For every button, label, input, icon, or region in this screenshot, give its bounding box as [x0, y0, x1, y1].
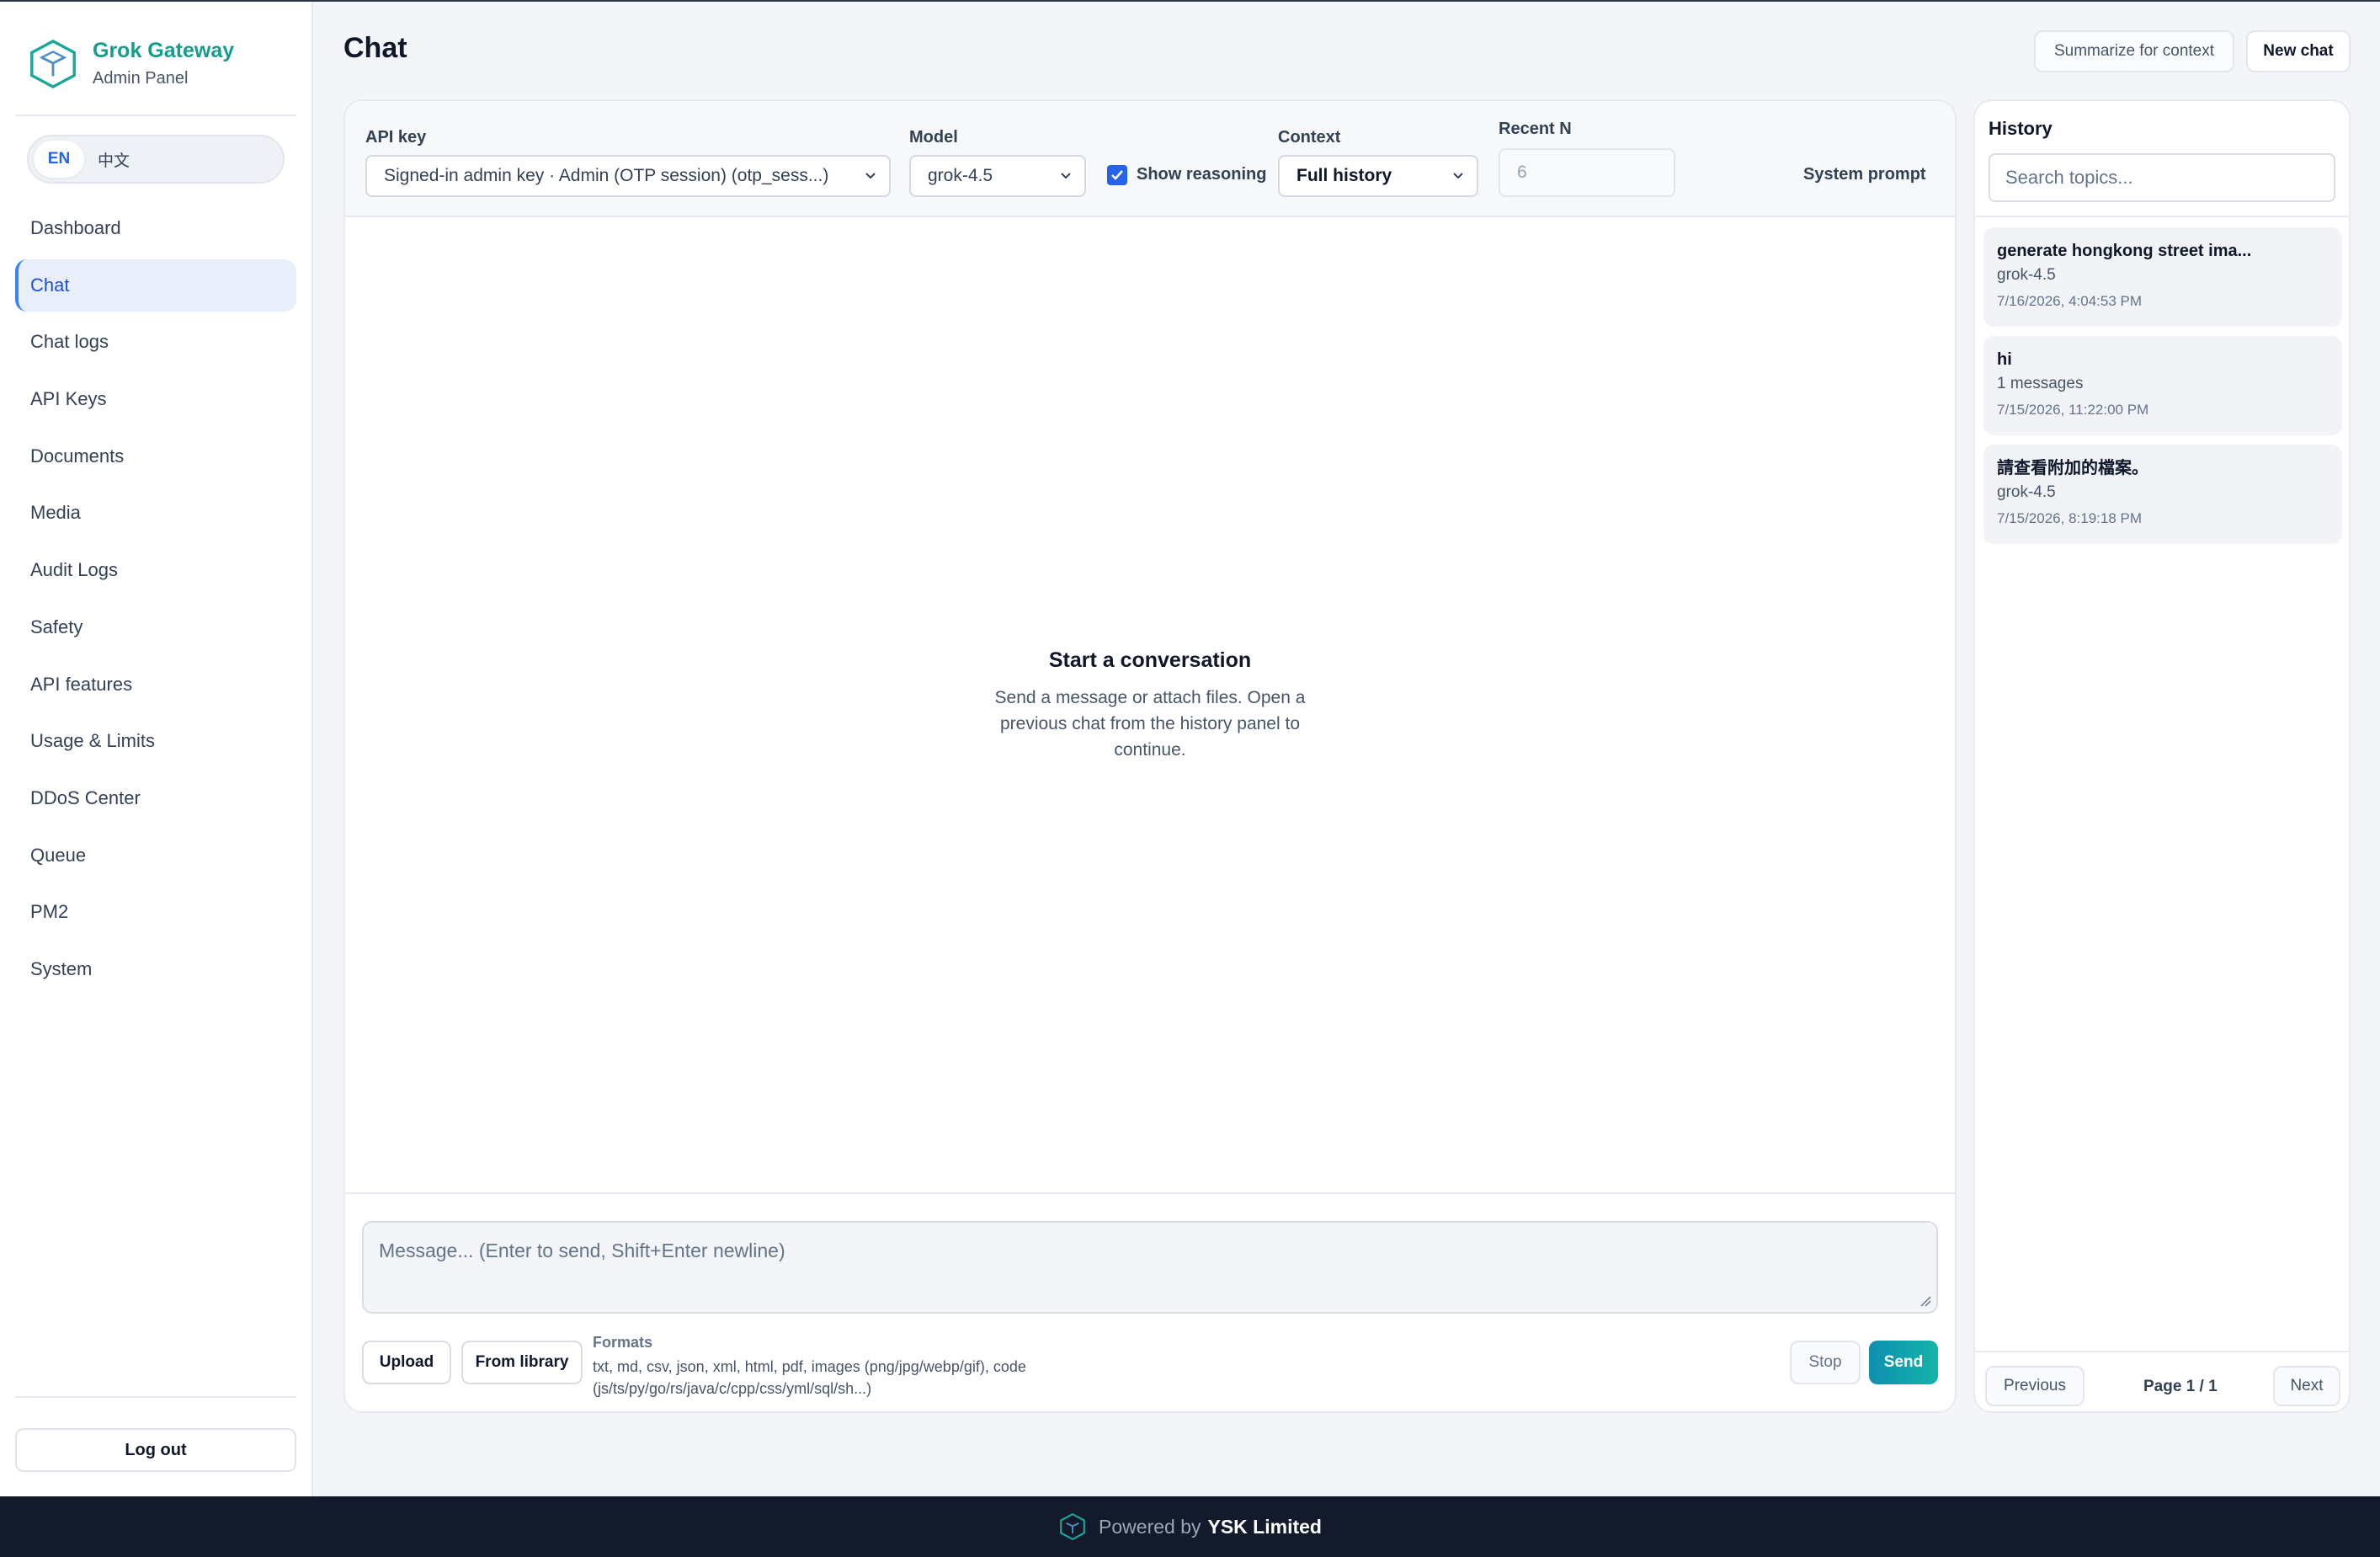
history-item-title: hi: [1997, 350, 2012, 369]
new-chat-button[interactable]: New chat: [2246, 30, 2351, 72]
sidebar-item-ddos-center[interactable]: DDoS Center: [15, 772, 296, 824]
empty-state-description: Send a message or attach files. Open a p…: [994, 688, 1306, 760]
recent-n-input[interactable]: 6: [1499, 148, 1675, 197]
checkmark-icon: [1111, 170, 1123, 180]
sidebar-nav: Dashboard Chat Chat logs API Keys Docume…: [15, 202, 296, 1000]
history-item-title: generate hongkong street ima...: [1997, 242, 2252, 260]
context-value: Full history: [1296, 166, 1392, 185]
sidebar-item-documents[interactable]: Documents: [15, 430, 296, 483]
show-reasoning-label[interactable]: Show reasoning: [1137, 165, 1266, 184]
brand[interactable]: Grok Gateway Admin Panel: [27, 37, 234, 91]
page-title: Chat: [343, 32, 407, 64]
message-input[interactable]: Message... (Enter to send, Shift+Enter n…: [362, 1221, 1938, 1314]
empty-state-title: Start a conversation: [1048, 648, 1252, 672]
model-select[interactable]: grok-4.5: [909, 155, 1086, 197]
summarize-button[interactable]: Summarize for context: [2034, 30, 2234, 72]
sidebar-item-system[interactable]: System: [15, 943, 296, 995]
chat-panel: API key Signed-in admin key · Admin (OTP…: [343, 99, 1957, 1413]
recent-n-label: Recent N: [1499, 120, 1572, 138]
sidebar-item-dashboard[interactable]: Dashboard: [15, 202, 296, 254]
sidebar-item-safety[interactable]: Safety: [15, 601, 296, 653]
send-button[interactable]: Send: [1869, 1341, 1938, 1384]
from-library-button[interactable]: From library: [461, 1341, 583, 1384]
upload-button[interactable]: Upload: [362, 1341, 451, 1384]
cube-logo-icon: [1060, 1512, 1085, 1541]
history-item-date: 7/15/2026, 8:19:18 PM: [1997, 510, 2143, 526]
history-pagination: Previous Page 1 / 1 Next: [1975, 1351, 2349, 1411]
empty-state: Start a conversation Send a message or a…: [345, 648, 1955, 763]
next-page-button[interactable]: Next: [2273, 1366, 2340, 1406]
sidebar-item-queue[interactable]: Queue: [15, 829, 296, 882]
sidebar: Grok Gateway Admin Panel EN 中文 Dashboard…: [0, 2, 313, 1496]
history-divider: [1975, 216, 2349, 217]
history-item-date: 7/15/2026, 11:22:00 PM: [1997, 402, 2149, 418]
sidebar-item-audit-logs[interactable]: Audit Logs: [15, 544, 296, 596]
history-item-title: 請查看附加的檔案。: [1997, 459, 2148, 477]
history-item-meta: 1 messages: [1997, 375, 2084, 392]
api-key-select[interactable]: Signed-in admin key · Admin (OTP session…: [365, 155, 891, 197]
sidebar-item-chat-logs[interactable]: Chat logs: [15, 316, 296, 368]
composer: Message... (Enter to send, Shift+Enter n…: [345, 1192, 1955, 1411]
history-item-date: 7/16/2026, 4:04:53 PM: [1997, 293, 2143, 309]
history-item[interactable]: 請查看附加的檔案。 grok-4.5 7/15/2026, 8:19:18 PM: [1983, 445, 2342, 544]
show-reasoning-checkbox[interactable]: [1107, 165, 1127, 185]
chat-controls: API key Signed-in admin key · Admin (OTP…: [345, 101, 1955, 217]
sidebar-item-usage-limits[interactable]: Usage & Limits: [15, 715, 296, 767]
formats-text: txt, md, csv, json, xml, html, pdf, imag…: [593, 1358, 1026, 1397]
api-key-label: API key: [365, 128, 427, 147]
model-label: Model: [909, 128, 958, 147]
cube-logo-icon: [30, 39, 76, 89]
api-key-value: Signed-in admin key · Admin (OTP session…: [384, 166, 829, 185]
lang-zh-button[interactable]: 中文: [84, 141, 143, 178]
brand-title: Grok Gateway: [93, 39, 235, 62]
model-value: grok-4.5: [928, 166, 993, 185]
context-label: Context: [1278, 128, 1341, 147]
chevron-down-icon: [865, 173, 876, 179]
history-item-meta: grok-4.5: [1997, 266, 2056, 284]
sidebar-divider: [15, 115, 296, 116]
chevron-down-icon: [1453, 173, 1463, 179]
brand-subtitle: Admin Panel: [93, 69, 189, 88]
footer-company[interactable]: YSK Limited: [1208, 1516, 1322, 1538]
history-search-input[interactable]: Search topics...: [1989, 153, 2335, 202]
history-item[interactable]: hi 1 messages 7/15/2026, 11:22:00 PM: [1983, 336, 2342, 435]
sidebar-item-chat[interactable]: Chat: [15, 259, 296, 312]
history-search-placeholder: Search topics...: [2005, 167, 2133, 188]
language-toggle: EN 中文: [27, 135, 285, 184]
page-indicator: Page 1 / 1: [2143, 1378, 2218, 1395]
history-title: History: [1989, 118, 2053, 139]
sidebar-item-api-keys[interactable]: API Keys: [15, 373, 296, 425]
context-select[interactable]: Full history: [1278, 155, 1478, 197]
previous-page-button[interactable]: Previous: [1985, 1366, 2084, 1406]
sidebar-divider-bottom: [15, 1396, 296, 1398]
chevron-down-icon: [1061, 173, 1071, 179]
lang-en-button[interactable]: EN: [34, 141, 84, 178]
formats-label: Formats: [593, 1334, 653, 1351]
system-prompt-button[interactable]: System prompt: [1803, 165, 1926, 184]
logout-button[interactable]: Log out: [15, 1428, 296, 1472]
history-list: generate hongkong street ima... grok-4.5…: [1983, 227, 2342, 553]
history-item-meta: grok-4.5: [1997, 483, 2056, 501]
footer: Powered by YSK Limited: [0, 1496, 2380, 1557]
resize-handle-icon[interactable]: [1919, 1295, 1931, 1307]
message-placeholder: Message... (Enter to send, Shift+Enter n…: [379, 1240, 785, 1261]
stop-button[interactable]: Stop: [1790, 1341, 1861, 1384]
footer-prefix: Powered by: [1099, 1515, 1201, 1538]
sidebar-item-media[interactable]: Media: [15, 487, 296, 539]
history-panel: History Search topics... generate hongko…: [1973, 99, 2351, 1413]
history-item[interactable]: generate hongkong street ima... grok-4.5…: [1983, 227, 2342, 327]
sidebar-item-pm2[interactable]: PM2: [15, 886, 296, 938]
top-border: [0, 0, 2380, 2]
sidebar-item-api-features[interactable]: API features: [15, 659, 296, 711]
